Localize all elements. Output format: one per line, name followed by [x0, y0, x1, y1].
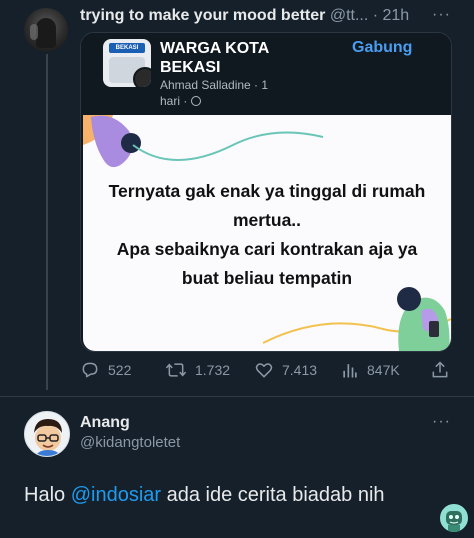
more-options-icon[interactable]: ···	[432, 6, 451, 24]
post-meta: Ahmad Salladine · 1 hari ·	[160, 77, 310, 109]
reply-more-options-icon[interactable]: ···	[432, 413, 451, 431]
caption-line-1: Ternyata gak enak ya tinggal di rumah	[108, 181, 426, 201]
like-count: 7.413	[282, 362, 318, 378]
cartoon-avatar-icon	[34, 419, 62, 456]
tweet-actions: 522 1.732 7.413 847K	[80, 360, 460, 382]
reply-icon	[82, 362, 98, 378]
join-button[interactable]: Gabung	[352, 39, 412, 57]
caption-line-3: Apa sebaiknya cari kontrakan aja ya	[116, 239, 418, 259]
share-icon	[432, 361, 448, 378]
avatar[interactable]	[24, 8, 68, 52]
robot-avatar-icon	[446, 511, 462, 532]
group-avatar: BEKASI	[103, 39, 151, 87]
group-name: WARGA KOTA BEKASI	[160, 40, 269, 76]
reply-count: 522	[108, 362, 132, 378]
reply-display-name[interactable]: Anang	[80, 414, 130, 432]
retweet-button[interactable]: 1.732	[165, 360, 230, 380]
handle-time[interactable]: @tt... · 21h	[325, 7, 409, 24]
deco-line-top	[132, 131, 324, 161]
caption-line-2: mertua..	[232, 210, 302, 230]
divider	[0, 396, 474, 397]
retweet-icon	[165, 363, 187, 377]
reply-text: Halo @indosiar ada ide cerita biadab nih	[24, 484, 385, 507]
floating-avatar-button[interactable]	[438, 502, 470, 534]
heart-icon	[255, 363, 273, 378]
reply-button[interactable]: 522	[80, 360, 131, 380]
reply-avatar[interactable]	[24, 411, 70, 457]
retweet-count: 1.732	[195, 362, 231, 378]
author-avatar	[133, 67, 151, 87]
caption-line-4: buat beliau tempatin	[181, 268, 353, 288]
deco-phone-bottom	[429, 321, 439, 337]
reply-text-after: ada ide cerita biadab nih	[161, 484, 385, 506]
group-logo: BEKASI	[109, 43, 145, 53]
card-header: BEKASI WARGA KOTA BEKASI Ahmad Salladine…	[81, 33, 451, 115]
views-button[interactable]: 847K	[341, 360, 400, 380]
post-time: hari ·	[160, 94, 191, 108]
like-button[interactable]: 7.413	[254, 360, 317, 380]
views-count: 847K	[367, 362, 400, 378]
tweet-top[interactable]: trying to make your mood better @tt... ·…	[0, 0, 474, 400]
mention-link[interactable]: @indosiar	[71, 484, 161, 506]
avatar-shine	[30, 24, 38, 40]
share-button[interactable]	[430, 360, 450, 380]
reply-handle[interactable]: @kidangtoletet	[80, 434, 180, 451]
post-image[interactable]: Ternyata gak enak ya tinggal di rumah me…	[83, 115, 451, 351]
deco-phone-top	[121, 133, 141, 153]
tweet-header: trying to make your mood better @tt... ·…	[80, 7, 409, 25]
avatar-figure	[36, 18, 56, 48]
image-caption: Ternyata gak enak ya tinggal di rumah me…	[83, 177, 451, 293]
reply-text-before: Halo	[24, 484, 71, 506]
facebook-post-card[interactable]: BEKASI WARGA KOTA BEKASI Ahmad Salladine…	[80, 32, 452, 352]
display-name[interactable]: trying to make your mood better	[80, 7, 325, 24]
globe-icon	[190, 96, 201, 106]
post-author: Ahmad Salladine · 1	[160, 78, 269, 92]
views-chart-icon	[343, 364, 357, 378]
